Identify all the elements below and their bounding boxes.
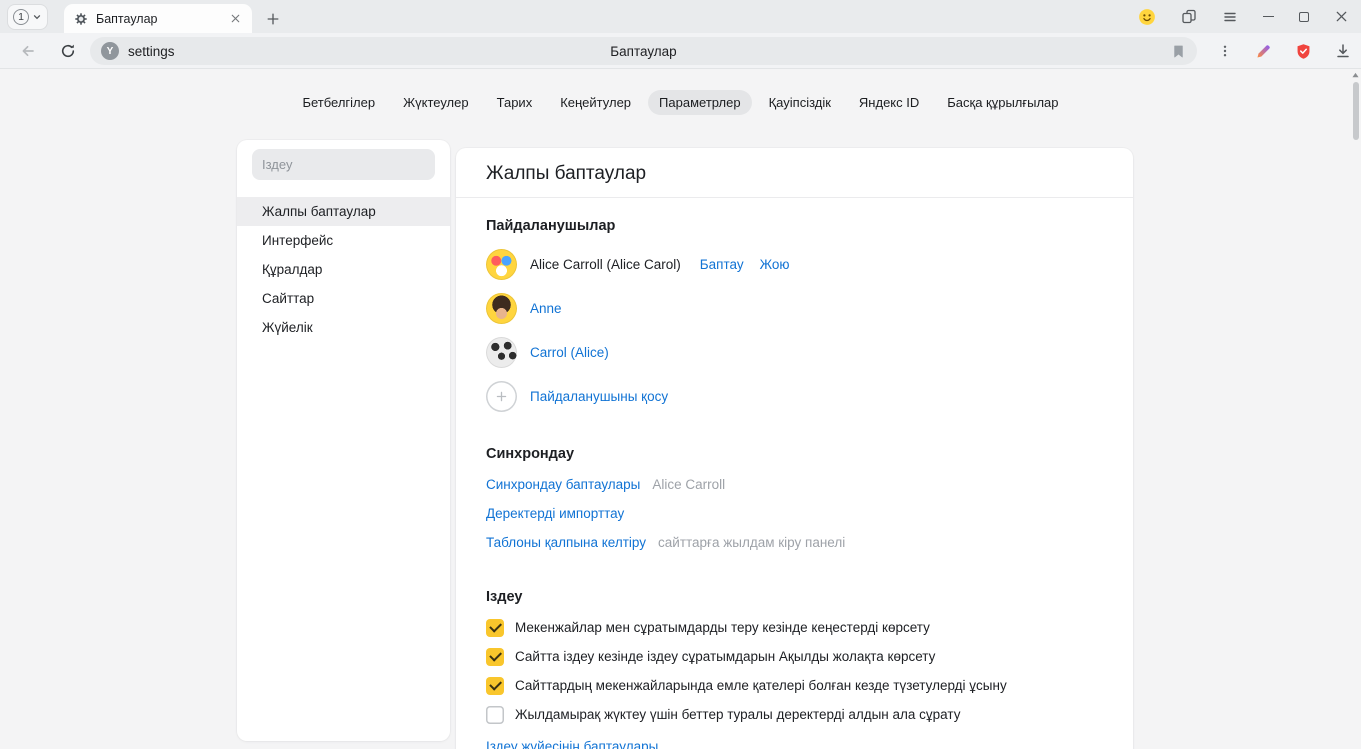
tab-title: Баптаулар	[96, 12, 221, 26]
protect-shield-icon[interactable]	[1295, 43, 1312, 60]
add-user-row: Пайдаланушыны қосу	[486, 374, 1103, 418]
sync-row: Синхрондау баптаулары Alice Carroll	[486, 470, 1103, 499]
reload-button[interactable]	[60, 43, 76, 59]
gear-icon	[74, 12, 88, 26]
url-bar[interactable]: Y settings Баптаулар	[90, 37, 1197, 65]
nav-tab-extensions[interactable]: Кеңейтулер	[549, 90, 642, 115]
page-title-centered: Баптаулар	[90, 44, 1197, 59]
add-user-button[interactable]: Пайдаланушыны қосу	[530, 389, 668, 404]
window-close-button[interactable]	[1334, 9, 1349, 24]
maximize-button[interactable]	[1299, 12, 1309, 22]
option-row: Жылдамырақ жүктеу үшін беттер туралы дер…	[486, 700, 1103, 729]
sidebar-item-tools[interactable]: Құралдар	[237, 255, 450, 284]
sidebar-list: Жалпы баптаулар Интерфейс Құралдар Сайтт…	[237, 197, 450, 342]
settings-nav-tabs: Бетбелгілер Жүктеулер Тарих Кеңейтулер П…	[0, 90, 1361, 115]
tabs-panel-icon[interactable]	[1181, 9, 1197, 25]
tab-strip: 1 Баптаулар	[0, 0, 1361, 33]
browser-tab-settings[interactable]: Баптаулар	[64, 4, 252, 33]
sync-row: Таблоны қалпына келтіру сайттарға жылдам…	[486, 528, 1103, 557]
sync-row: Деректерді импорттау	[486, 499, 1103, 528]
checkbox[interactable]	[486, 619, 504, 637]
avatar	[486, 249, 517, 280]
alice-extension-icon[interactable]	[1138, 8, 1156, 26]
nav-tab-settings[interactable]: Параметрлер	[648, 90, 752, 115]
option-row: Сайттардың мекенжайларында емле қателері…	[486, 671, 1103, 700]
settings-sidebar: Жалпы баптаулар Интерфейс Құралдар Сайтт…	[237, 140, 450, 741]
checkbox[interactable]	[486, 677, 504, 695]
url-text: settings	[128, 44, 175, 59]
sidebar-item-system[interactable]: Жүйелік	[237, 313, 450, 342]
browser-toolbar: Y settings Баптаулар	[0, 33, 1361, 69]
menu-icon[interactable]	[1222, 9, 1238, 25]
nav-tab-bookmarks[interactable]: Бетбелгілер	[291, 90, 386, 115]
nav-tab-downloads[interactable]: Жүктеулер	[392, 90, 480, 115]
option-label: Мекенжайлар мен сұратымдарды теру кезінд…	[515, 620, 930, 635]
checkbox[interactable]	[486, 648, 504, 666]
nav-tab-security[interactable]: Қауіпсіздік	[758, 90, 842, 115]
sidebar-item-sites[interactable]: Сайттар	[237, 284, 450, 313]
tab-close-icon[interactable]	[229, 12, 242, 25]
restore-tableau-link[interactable]: Таблоны қалпына келтіру	[486, 535, 646, 550]
user-delete-link[interactable]: Жою	[760, 257, 790, 272]
site-favicon: Y	[101, 42, 119, 60]
back-button[interactable]	[20, 43, 36, 59]
more-options-icon[interactable]	[1218, 44, 1232, 58]
avatar	[486, 293, 517, 324]
bookmark-icon[interactable]	[1171, 44, 1186, 59]
section-heading-sync: Синхрондау	[486, 446, 1103, 464]
neuro-pen-icon[interactable]	[1255, 43, 1272, 60]
import-data-link[interactable]: Деректерді импорттау	[486, 506, 624, 521]
sync-note: Alice Carroll	[652, 477, 725, 492]
scroll-up-icon[interactable]	[1352, 72, 1359, 78]
nav-tab-yandex-id[interactable]: Яндекс ID	[848, 90, 930, 115]
option-label: Сайтта іздеу кезінде іздеу сұратымдарын …	[515, 649, 935, 664]
user-name: Alice Carroll (Alice Carol)	[530, 257, 681, 272]
sync-note: сайттарға жылдам кіру панелі	[658, 535, 845, 550]
option-label: Жылдамырақ жүктеу үшін беттер туралы дер…	[515, 707, 960, 722]
tab-count: 1	[13, 9, 29, 25]
option-row: Сайтта іздеу кезінде іздеу сұратымдарын …	[486, 642, 1103, 671]
tab-counter-button[interactable]: 1	[8, 5, 47, 29]
chevron-down-icon	[32, 12, 42, 22]
option-row: Мекенжайлар мен сұратымдарды теру кезінд…	[486, 613, 1103, 642]
scrollbar-thumb[interactable]	[1353, 82, 1359, 140]
search-input[interactable]	[252, 149, 435, 180]
sidebar-item-interface[interactable]: Интерфейс	[237, 226, 450, 255]
user-configure-link[interactable]: Баптау	[700, 257, 744, 272]
minimize-button[interactable]	[1263, 16, 1274, 18]
user-row: Anne	[486, 286, 1103, 330]
sidebar-item-general[interactable]: Жалпы баптаулар	[237, 197, 450, 226]
download-icon[interactable]	[1335, 43, 1351, 59]
section-heading-users: Пайдаланушылар	[486, 218, 1103, 236]
search-engine-settings-link[interactable]: Іздеу жүйесінің баптаулары	[486, 739, 658, 749]
nav-tab-history[interactable]: Тарих	[486, 90, 544, 115]
toolbar-right-icons	[1218, 33, 1351, 69]
user-link[interactable]: Carrol (Alice)	[530, 345, 609, 360]
checkbox[interactable]	[486, 706, 504, 724]
user-row: Alice Carroll (Alice Carol) Баптау Жою	[486, 242, 1103, 286]
new-tab-button[interactable]	[262, 8, 284, 30]
settings-main-panel: Жалпы баптаулар Пайдаланушылар Alice Car…	[456, 148, 1133, 749]
page-scrollbar[interactable]	[1350, 70, 1361, 749]
settings-page: Бетбелгілер Жүктеулер Тарих Кеңейтулер П…	[0, 70, 1361, 749]
avatar	[486, 337, 517, 368]
sync-settings-link[interactable]: Синхрондау баптаулары	[486, 477, 640, 492]
page-title: Жалпы баптаулар	[456, 148, 1133, 198]
option-label: Сайттардың мекенжайларында емле қателері…	[515, 678, 1007, 693]
plus-icon[interactable]	[486, 381, 517, 412]
user-row: Carrol (Alice)	[486, 330, 1103, 374]
user-link[interactable]: Anne	[530, 301, 562, 316]
window-controls	[1138, 0, 1349, 33]
section-heading-search: Іздеу	[486, 589, 1103, 607]
nav-tab-other-devices[interactable]: Басқа құрылғылар	[936, 90, 1069, 115]
